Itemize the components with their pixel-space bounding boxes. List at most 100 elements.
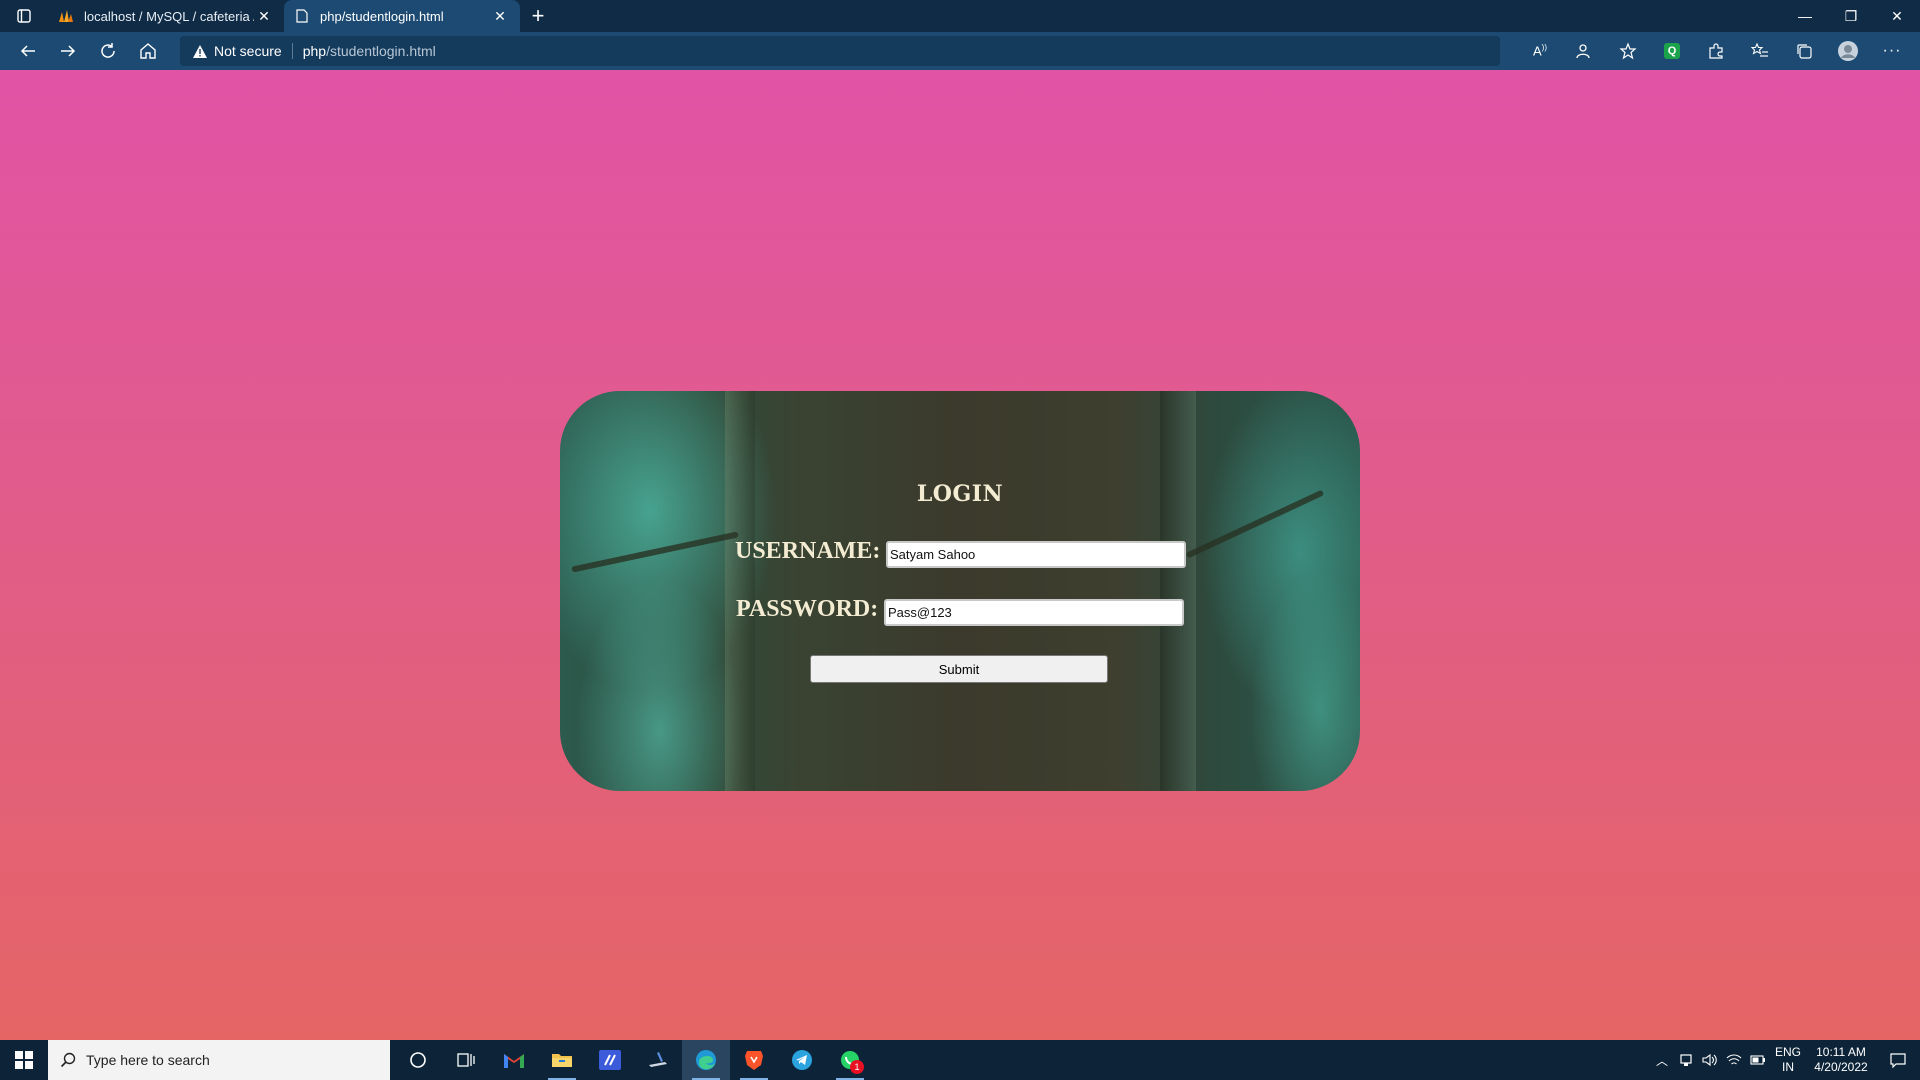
close-tab-icon[interactable]: ✕ <box>490 6 510 26</box>
clock[interactable]: 10:11 AM 4/20/2022 <box>1806 1045 1876 1075</box>
folder-icon <box>552 1054 572 1067</box>
favorites-list-icon <box>1751 42 1768 57</box>
puzzle-icon <box>1709 43 1723 59</box>
device-icon <box>1680 1054 1692 1066</box>
background-trunk <box>1160 391 1196 791</box>
task-view-button[interactable] <box>442 1040 490 1080</box>
gmail-app[interactable] <box>490 1040 538 1080</box>
collections-icon <box>1797 44 1812 59</box>
file-explorer-app[interactable] <box>538 1040 586 1080</box>
cortana-button[interactable] <box>394 1040 442 1080</box>
tablet-pen-icon <box>649 1052 667 1067</box>
language-indicator[interactable]: ENG IN <box>1770 1045 1806 1075</box>
chevron-up-icon: ︿ <box>1655 1053 1668 1068</box>
home-button[interactable] <box>128 35 168 67</box>
window-controls: — ❐ ✕ <box>1782 0 1920 32</box>
brave-lion-icon <box>745 1051 763 1070</box>
show-hidden-icons-button[interactable]: ︿ <box>1650 1040 1674 1080</box>
close-window-icon[interactable]: ✕ <box>1874 0 1920 32</box>
battery-button[interactable] <box>1746 1040 1770 1080</box>
browser-tab-strip: localhost / MySQL / cafeteria / r ✕ php/… <box>0 0 1920 32</box>
wifi-icon <box>1726 1054 1742 1065</box>
tab-actions-button[interactable] <box>0 0 48 32</box>
task-view-icon <box>457 1053 475 1067</box>
extensions-button[interactable] <box>1696 35 1736 67</box>
favorites-button[interactable] <box>1740 35 1780 67</box>
edge-icon <box>696 1050 716 1070</box>
settings-menu-button[interactable]: ··· <box>1872 35 1912 67</box>
people-button[interactable] <box>1564 35 1604 67</box>
background-trunk <box>725 391 755 791</box>
more-icon: ··· <box>1882 42 1902 59</box>
address-bar[interactable]: Not secure php/studentlogin.html <box>180 36 1500 66</box>
brave-app[interactable] <box>730 1040 778 1080</box>
gmail-icon <box>504 1054 524 1068</box>
telegram-icon <box>792 1050 812 1070</box>
add-favorite-button[interactable] <box>1608 35 1648 67</box>
telegram-app[interactable] <box>778 1040 826 1080</box>
security-label: Not secure <box>214 43 282 59</box>
back-arrow-icon <box>20 45 35 57</box>
taskbar-search[interactable]: Type here to search <box>48 1040 390 1080</box>
tab-phpmyadmin[interactable]: localhost / MySQL / cafeteria / r ✕ <box>48 0 284 32</box>
extension-q-button[interactable]: Q <box>1652 35 1692 67</box>
avatar-icon <box>1838 41 1858 61</box>
phpmyadmin-favicon-icon <box>58 8 74 24</box>
profile-button[interactable] <box>1828 35 1868 67</box>
system-tray: ︿ ENG IN 10:11 AM 4/20/2022 <box>1650 1040 1920 1080</box>
taskbar-apps: 1 <box>394 1040 874 1080</box>
refresh-button[interactable] <box>88 35 128 67</box>
star-add-icon <box>1619 42 1637 60</box>
url-path: /studentlogin.html <box>326 43 436 59</box>
toolbar-right: A)) Q ··· <box>1520 35 1912 67</box>
start-button[interactable] <box>0 1040 48 1080</box>
person-sync-icon <box>1576 44 1590 59</box>
back-button[interactable] <box>8 35 48 67</box>
tab-title: localhost / MySQL / cafeteria / r <box>84 8 254 24</box>
pen-app[interactable] <box>634 1040 682 1080</box>
tab-studentlogin[interactable]: php/studentlogin.html ✕ <box>284 0 520 32</box>
restore-icon[interactable]: ❐ <box>1828 0 1874 32</box>
notification-icon <box>1890 1053 1906 1068</box>
action-center-button[interactable] <box>1876 1040 1920 1080</box>
username-label: USERNAME: <box>735 538 881 564</box>
language-code: ENG <box>1774 1045 1801 1059</box>
network-button[interactable] <box>1722 1040 1746 1080</box>
background-branch <box>571 531 739 573</box>
clock-date: 4/20/2022 <box>1814 1060 1868 1074</box>
collections-button[interactable] <box>1784 35 1824 67</box>
q-extension-icon: Q <box>1664 43 1680 59</box>
forward-arrow-icon <box>61 45 76 57</box>
warning-icon <box>193 44 207 58</box>
password-field[interactable]: Pass@123 <box>884 599 1184 626</box>
username-field[interactable]: Satyam Sahoo <box>886 541 1186 568</box>
url-host: php <box>302 43 327 59</box>
region-code: IN <box>1782 1060 1794 1074</box>
tab-title: php/studentlogin.html <box>320 8 444 24</box>
security-indicator[interactable]: Not secure <box>192 43 293 59</box>
forward-button[interactable] <box>48 35 88 67</box>
tab-actions-icon <box>17 9 31 23</box>
whatsapp-app[interactable]: 1 <box>826 1040 874 1080</box>
speaker-icon <box>1702 1053 1717 1067</box>
refresh-icon <box>101 43 115 58</box>
edge-app[interactable] <box>682 1040 730 1080</box>
notification-badge: 1 <box>850 1060 864 1074</box>
login-card: LOGIN USERNAME: Satyam Sahoo PASSWORD: P… <box>560 391 1360 791</box>
minimize-icon[interactable]: — <box>1782 0 1828 32</box>
windows-logo-icon <box>15 1051 33 1069</box>
volume-button[interactable] <box>1698 1040 1722 1080</box>
cortana-icon <box>410 1052 426 1068</box>
page-background: LOGIN USERNAME: Satyam Sahoo PASSWORD: P… <box>0 70 1920 1040</box>
close-tab-icon[interactable]: ✕ <box>254 6 274 26</box>
meet-now-button[interactable] <box>1674 1040 1698 1080</box>
read-aloud-button[interactable]: A)) <box>1520 35 1560 67</box>
browser-toolbar: Not secure php/studentlogin.html A)) Q ·… <box>0 32 1920 70</box>
visual-studio-app[interactable] <box>586 1040 634 1080</box>
search-icon <box>60 1052 76 1068</box>
submit-button[interactable]: Submit <box>810 655 1108 683</box>
login-title: LOGIN <box>916 481 1004 507</box>
new-tab-button[interactable]: + <box>520 0 556 32</box>
code-editor-icon <box>599 1050 621 1070</box>
read-aloud-icon: A)) <box>1533 43 1547 59</box>
